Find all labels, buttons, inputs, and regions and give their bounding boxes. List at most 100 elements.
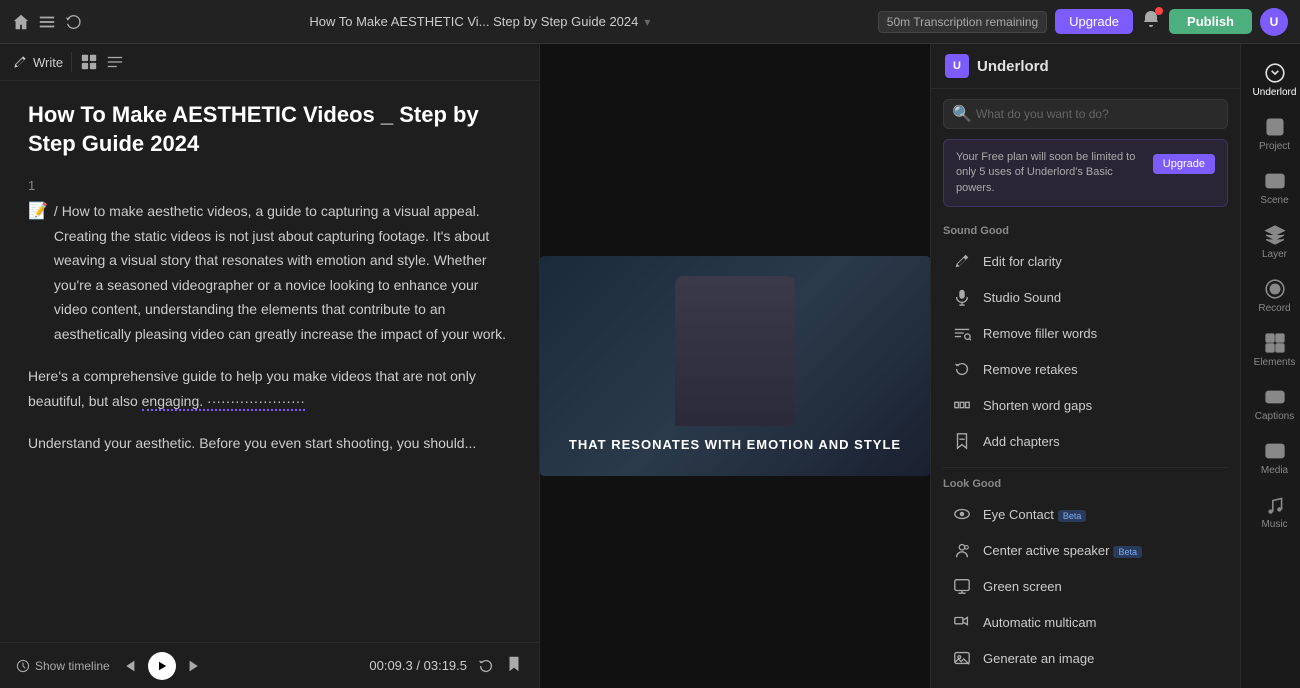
feature-center-speaker[interactable]: Center active speakerBeta bbox=[943, 532, 1228, 568]
eye-beta-badge: Beta bbox=[1058, 510, 1087, 522]
sidebar-layer-label: Layer bbox=[1262, 249, 1287, 260]
total-time: 03:19.5 bbox=[424, 658, 467, 673]
underlord-panel: U Underlord 🔍 Your Free plan will soon b… bbox=[930, 44, 1240, 688]
body-paragraph-2: Here's a comprehensive guide to help you… bbox=[28, 364, 511, 413]
gaps-icon bbox=[951, 394, 973, 416]
feature-generate-image[interactable]: Generate an image bbox=[943, 640, 1228, 676]
topbar-center: How To Make AESTHETIC Vi... Step by Step… bbox=[92, 14, 868, 29]
show-timeline-button[interactable]: Show timeline bbox=[16, 659, 110, 673]
upgrade-notice: Your Free plan will soon be limited to o… bbox=[943, 139, 1228, 207]
cursor-mark: 📝 bbox=[28, 201, 48, 221]
sidebar-elements-label: Elements bbox=[1254, 357, 1296, 368]
feature-shorten-gaps[interactable]: Shorten word gaps bbox=[943, 387, 1228, 423]
image-icon bbox=[951, 647, 973, 669]
body-paragraph-3: Understand your aesthetic. Before you ev… bbox=[28, 431, 511, 456]
sidebar-record-label: Record bbox=[1258, 303, 1290, 314]
sidebar-item-project[interactable]: Project bbox=[1246, 108, 1300, 160]
mic-icon bbox=[951, 286, 973, 308]
transcription-badge: 50m Transcription remaining bbox=[878, 11, 1047, 33]
sidebar-captions-label: Captions bbox=[1255, 411, 1294, 422]
playback-controls bbox=[120, 652, 204, 680]
speaker-beta-badge: Beta bbox=[1113, 546, 1142, 558]
auto-multicam-label: Automatic multicam bbox=[983, 615, 1096, 630]
center-speaker-label: Center active speakerBeta bbox=[983, 543, 1142, 558]
green-screen-label: Green screen bbox=[983, 579, 1062, 594]
view-toggle-button[interactable] bbox=[106, 53, 124, 71]
retakes-icon bbox=[951, 358, 973, 380]
notification-icon[interactable] bbox=[1141, 9, 1161, 34]
home-button[interactable] bbox=[12, 13, 30, 31]
underlord-title: Underlord bbox=[977, 58, 1049, 75]
sidebar-item-captions[interactable]: Captions bbox=[1246, 378, 1300, 430]
sidebar-item-underlord[interactable]: Underlord bbox=[1246, 54, 1300, 106]
chapters-icon bbox=[951, 430, 973, 452]
sidebar-project-label: Project bbox=[1259, 141, 1290, 152]
remove-filler-label: Remove filler words bbox=[983, 326, 1097, 341]
upgrade-button[interactable]: Upgrade bbox=[1055, 9, 1133, 34]
skip-forward-button[interactable] bbox=[186, 657, 204, 675]
video-frame: THAT RESONATES WITH EMOTION AND STYLE bbox=[540, 256, 930, 476]
replay-button[interactable] bbox=[477, 657, 495, 675]
sidebar-music-label: Music bbox=[1261, 519, 1287, 530]
cursor-line: 📝 / How to make aesthetic videos, a guid… bbox=[28, 199, 511, 364]
feature-edit-clarity[interactable]: Edit for clarity bbox=[943, 243, 1228, 279]
multicam-icon bbox=[951, 611, 973, 633]
edit-icon bbox=[951, 250, 973, 272]
sidebar-item-record[interactable]: Record bbox=[1246, 270, 1300, 322]
undo-button[interactable] bbox=[64, 13, 82, 31]
topbar: How To Make AESTHETIC Vi... Step by Step… bbox=[0, 0, 1300, 44]
look-good-label: Look Good bbox=[943, 478, 1228, 490]
feature-studio-sound[interactable]: Studio Sound bbox=[943, 279, 1228, 315]
video-panel: THAT RESONATES WITH EMOTION AND STYLE bbox=[540, 44, 930, 688]
write-button[interactable]: Write bbox=[12, 54, 63, 70]
sidebar-item-scene[interactable]: Scene bbox=[1246, 162, 1300, 214]
feature-auto-multicam[interactable]: Automatic multicam bbox=[943, 604, 1228, 640]
search-box: 🔍 bbox=[943, 99, 1228, 129]
feature-green-screen[interactable]: Green screen bbox=[943, 568, 1228, 604]
menu-button[interactable] bbox=[38, 13, 56, 31]
sidebar-underlord-label: Underlord bbox=[1253, 87, 1297, 98]
text-content: How To Make AESTHETIC Videos _ Step by S… bbox=[0, 81, 539, 642]
feature-add-chapters[interactable]: Add chapters bbox=[943, 423, 1228, 459]
notification-dot bbox=[1155, 7, 1163, 15]
feature-eye-contact[interactable]: Eye ContactBeta bbox=[943, 496, 1228, 532]
bookmark-button[interactable] bbox=[505, 655, 523, 676]
topbar-right: 50m Transcription remaining Upgrade Publ… bbox=[878, 8, 1288, 36]
bottom-bar: Show timeline 00:09.3 / 03:19.5 bbox=[0, 642, 539, 688]
skip-back-button[interactable] bbox=[120, 657, 138, 675]
chevron-down-icon: ▾ bbox=[644, 15, 650, 29]
eye-icon bbox=[951, 503, 973, 525]
edit-clarity-label: Edit for clarity bbox=[983, 254, 1062, 269]
write-label: Write bbox=[33, 55, 63, 70]
sidebar-item-layer[interactable]: Layer bbox=[1246, 216, 1300, 268]
upgrade-notice-text: Your Free plan will soon be limited to o… bbox=[956, 150, 1145, 196]
topbar-left bbox=[12, 13, 82, 31]
time-separator: / bbox=[416, 658, 420, 673]
greenscreen-icon bbox=[951, 575, 973, 597]
doc-title: How To Make AESTHETIC Videos _ Step by S… bbox=[28, 101, 511, 158]
sidebar-media-label: Media bbox=[1261, 465, 1288, 476]
underlord-logo: U bbox=[945, 54, 969, 78]
underlord-header: U Underlord bbox=[931, 44, 1240, 89]
time-display: 00:09.3 / 03:19.5 bbox=[369, 658, 467, 673]
sidebar-item-music[interactable]: Music bbox=[1246, 486, 1300, 538]
feature-remove-filler[interactable]: Remove filler words bbox=[943, 315, 1228, 351]
sound-good-label: Sound Good bbox=[943, 225, 1228, 237]
feature-remove-retakes[interactable]: Remove retakes bbox=[943, 351, 1228, 387]
underlord-search-input[interactable] bbox=[943, 99, 1228, 129]
upgrade-notice-button[interactable]: Upgrade bbox=[1153, 154, 1215, 174]
publish-button[interactable]: Publish bbox=[1169, 9, 1252, 34]
current-time: 00:09.3 bbox=[369, 658, 412, 673]
person-silhouette bbox=[675, 276, 795, 426]
body-paragraph-1[interactable]: / How to make aesthetic videos, a guide … bbox=[54, 199, 511, 346]
sidebar-item-elements[interactable]: Elements bbox=[1246, 324, 1300, 376]
section-number: 1 bbox=[28, 178, 511, 193]
project-title: How To Make AESTHETIC Vi... Step by Step… bbox=[309, 14, 638, 29]
layout-button[interactable] bbox=[80, 53, 98, 71]
show-timeline-label: Show timeline bbox=[35, 659, 110, 673]
play-button[interactable] bbox=[148, 652, 176, 680]
sidebar-item-media[interactable]: Media bbox=[1246, 432, 1300, 484]
search-icon: 🔍 bbox=[952, 104, 972, 124]
shorten-gaps-label: Shorten word gaps bbox=[983, 398, 1092, 413]
speaker-icon bbox=[951, 539, 973, 561]
